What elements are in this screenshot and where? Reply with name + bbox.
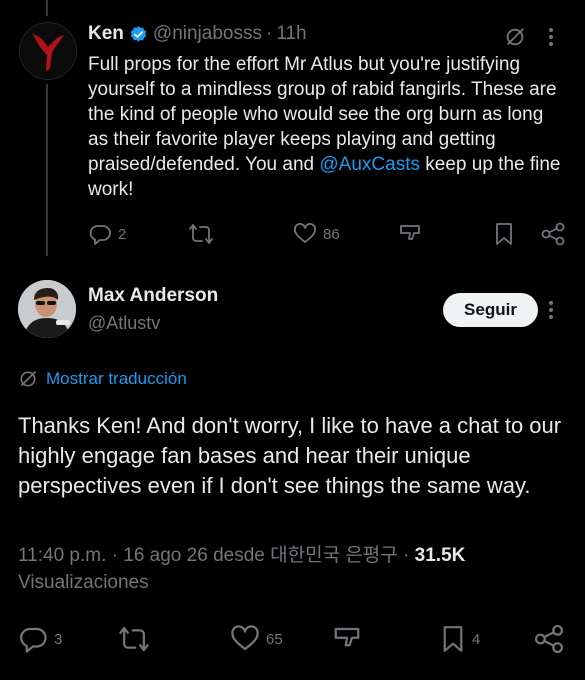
- ken-logo-icon: [32, 33, 64, 71]
- reply-icon: [89, 225, 111, 245]
- like-icon: [231, 625, 259, 651]
- tweet-time[interactable]: 11:40 p.m.: [18, 545, 106, 566]
- show-translation-link[interactable]: Mostrar traducción: [18, 369, 187, 389]
- bookmark-count: 4: [472, 630, 481, 648]
- reply-tweet: Ken @ninjabosss · 11h Full props for the…: [88, 22, 568, 202]
- views-button[interactable]: [398, 222, 422, 246]
- like-icon: [294, 223, 316, 243]
- grok-icon[interactable]: [504, 26, 526, 53]
- show-translation-label[interactable]: Mostrar traducción: [46, 369, 187, 389]
- verified-badge-icon: [129, 25, 148, 44]
- like-button[interactable]: 86: [293, 222, 340, 246]
- like-button[interactable]: 65: [230, 624, 283, 654]
- main-tweet-text: Thanks Ken! And don't worry, I like to h…: [18, 413, 562, 498]
- separator-dot: ·: [403, 545, 415, 566]
- main-author-name[interactable]: Max Anderson: [88, 285, 218, 307]
- reply-icon: [20, 627, 47, 653]
- more-icon[interactable]: [548, 27, 554, 52]
- bookmark-icon: [443, 626, 463, 652]
- like-count: 65: [266, 630, 283, 648]
- views-icon: [334, 627, 360, 647]
- avatar-ken[interactable]: [19, 22, 77, 80]
- reply-button[interactable]: 2: [88, 222, 126, 246]
- bookmark-icon: [496, 223, 512, 245]
- thread-line-top: [46, 0, 48, 16]
- views-count: 31.5K: [414, 545, 466, 566]
- author-handle[interactable]: @ninjabosss: [153, 22, 262, 46]
- repost-icon: [189, 224, 213, 244]
- repost-icon: [119, 626, 149, 652]
- tweet-location: desde 대한민국 은평구: [213, 545, 398, 566]
- reply-count: 3: [54, 630, 63, 648]
- separator-dot: ·: [111, 545, 124, 566]
- reply-tweet-actions: 2 86: [88, 220, 568, 250]
- bookmark-button[interactable]: [493, 222, 515, 246]
- separator-dot: ·: [265, 23, 273, 44]
- share-icon: [534, 624, 564, 654]
- translate-icon: [20, 370, 37, 387]
- reply-tweet-header: Ken @ninjabosss · 11h: [88, 22, 568, 46]
- tweet-date[interactable]: 16 ago 26: [123, 545, 208, 566]
- views-icon: [400, 225, 420, 240]
- avatar-max[interactable]: [18, 280, 76, 338]
- repost-button[interactable]: [118, 624, 150, 654]
- share-button[interactable]: [533, 624, 565, 654]
- reply-tweet-text: Full props for the effort Mr Atlus but y…: [88, 52, 568, 202]
- bookmark-button[interactable]: 4: [440, 624, 480, 654]
- author-name[interactable]: Ken: [88, 22, 124, 46]
- share-button[interactable]: [540, 222, 566, 246]
- reply-thread-line: [46, 84, 48, 256]
- reply-count: 2: [118, 225, 127, 243]
- repost-button[interactable]: [188, 222, 214, 246]
- mention-link[interactable]: @AuxCasts: [319, 154, 420, 175]
- views-button[interactable]: [332, 624, 362, 654]
- share-icon: [541, 222, 565, 246]
- main-tweet-actions: 3 65 4: [18, 622, 573, 658]
- tweet-meta: 11:40 p.m. · 16 ago 26 desde 대한민국 은평구 · …: [18, 542, 578, 596]
- reply-button[interactable]: 3: [18, 624, 62, 654]
- more-icon[interactable]: [548, 300, 554, 325]
- tweet-time[interactable]: 11h: [276, 22, 306, 46]
- views-label: Visualizaciones: [18, 572, 149, 593]
- like-count: 86: [323, 225, 340, 243]
- main-author-handle[interactable]: @Atlustv: [88, 313, 160, 334]
- follow-button[interactable]: Seguir: [443, 293, 538, 327]
